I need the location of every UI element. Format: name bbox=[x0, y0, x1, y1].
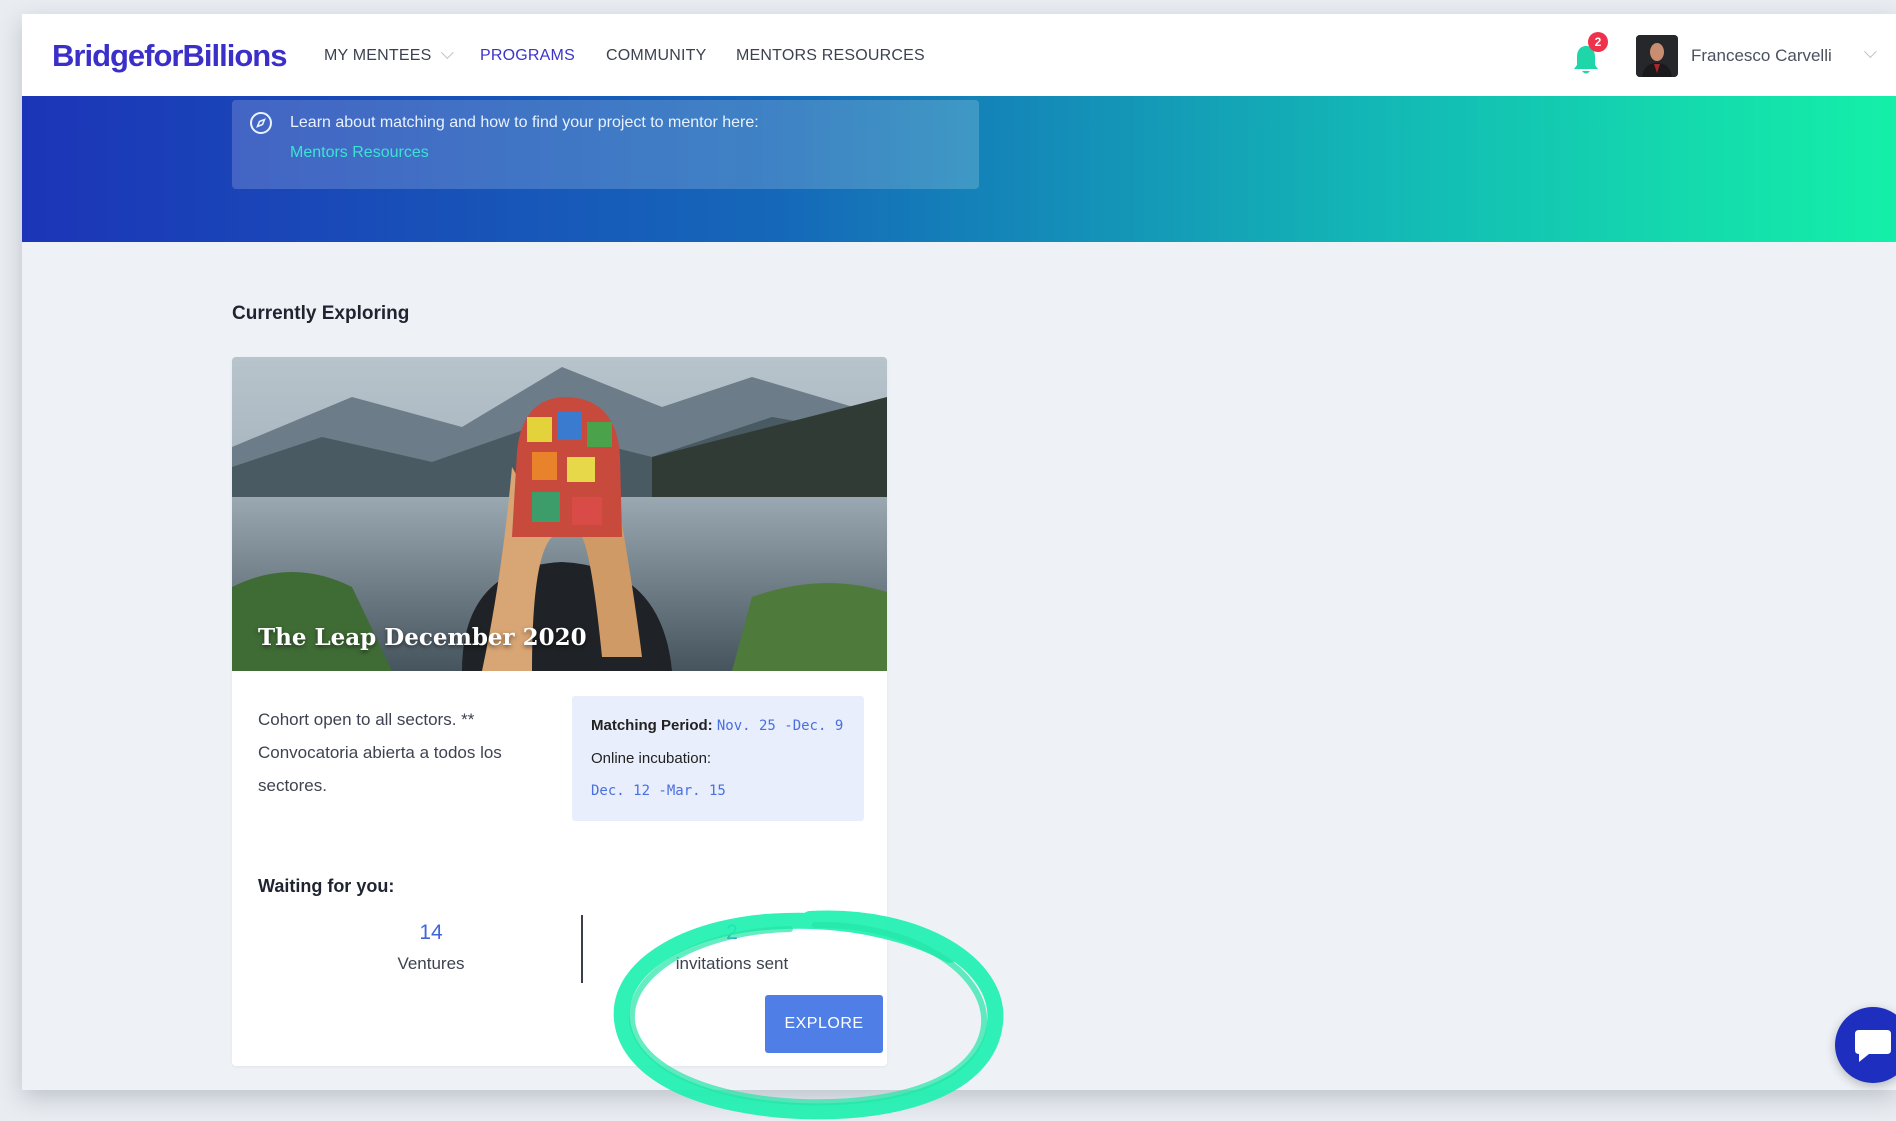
matching-value: Nov. 25 -Dec. 9 bbox=[716, 718, 844, 734]
top-navbar: BridgeforBillions MY MENTEES PROGRAMS CO… bbox=[22, 14, 1896, 97]
chat-bubble-icon bbox=[1855, 1030, 1891, 1062]
avatar[interactable] bbox=[1636, 35, 1678, 77]
user-name[interactable]: Francesco Carvelli bbox=[1691, 46, 1832, 66]
notification-badge: 2 bbox=[1588, 32, 1608, 52]
nav-community[interactable]: COMMUNITY bbox=[606, 47, 706, 65]
invitations-label: invitations sent bbox=[675, 954, 789, 973]
invitations-count: 2 bbox=[726, 921, 738, 944]
nav-programs[interactable]: PROGRAMS bbox=[480, 47, 575, 65]
waiting-title: Waiting for you: bbox=[258, 876, 395, 896]
period-box: Matching Period: Nov. 25 -Dec. 9 Online … bbox=[572, 696, 864, 821]
chat-button[interactable] bbox=[1835, 1007, 1896, 1083]
matching-period: Matching Period: Nov. 25 -Dec. 9 bbox=[591, 717, 843, 734]
ventures-count: 14 bbox=[419, 921, 443, 944]
logo[interactable]: BridgeforBillions bbox=[52, 38, 287, 74]
stats-divider bbox=[581, 915, 583, 983]
program-cover-image[interactable]: The Leap December 2020 bbox=[232, 357, 887, 671]
chevron-down-icon[interactable] bbox=[1863, 45, 1877, 59]
program-card: The Leap December 2020 Cohort open to al… bbox=[232, 357, 887, 1066]
incubation-value: Dec. 12 -Mar. 15 bbox=[591, 783, 726, 799]
nav-my-mentees[interactable]: MY MENTEES bbox=[324, 46, 454, 65]
nav-mentors-resources[interactable]: MENTORS RESOURCES bbox=[736, 47, 925, 65]
hero-banner: Learn about matching and how to find you… bbox=[22, 96, 1896, 242]
compass-icon bbox=[250, 112, 272, 134]
program-title: The Leap December 2020 bbox=[258, 624, 587, 651]
chevron-down-icon bbox=[440, 46, 454, 60]
incubation-label: Online incubation: bbox=[591, 750, 712, 767]
info-text: Learn about matching and how to find you… bbox=[290, 114, 759, 131]
explore-button[interactable]: EXPLORE bbox=[765, 995, 883, 1053]
mentors-resources-link[interactable]: Mentors Resources bbox=[290, 144, 429, 162]
program-description: Cohort open to all sectors. ** Convocato… bbox=[258, 710, 502, 795]
section-title: Currently Exploring bbox=[232, 303, 410, 324]
ventures-label: Ventures bbox=[397, 954, 465, 973]
app-window: BridgeforBillions MY MENTEES PROGRAMS CO… bbox=[22, 14, 1896, 1090]
nav-my-mentees-label: MY MENTEES bbox=[324, 47, 432, 64]
matching-label: Matching Period: bbox=[591, 717, 713, 734]
info-callout: Learn about matching and how to find you… bbox=[232, 100, 979, 189]
